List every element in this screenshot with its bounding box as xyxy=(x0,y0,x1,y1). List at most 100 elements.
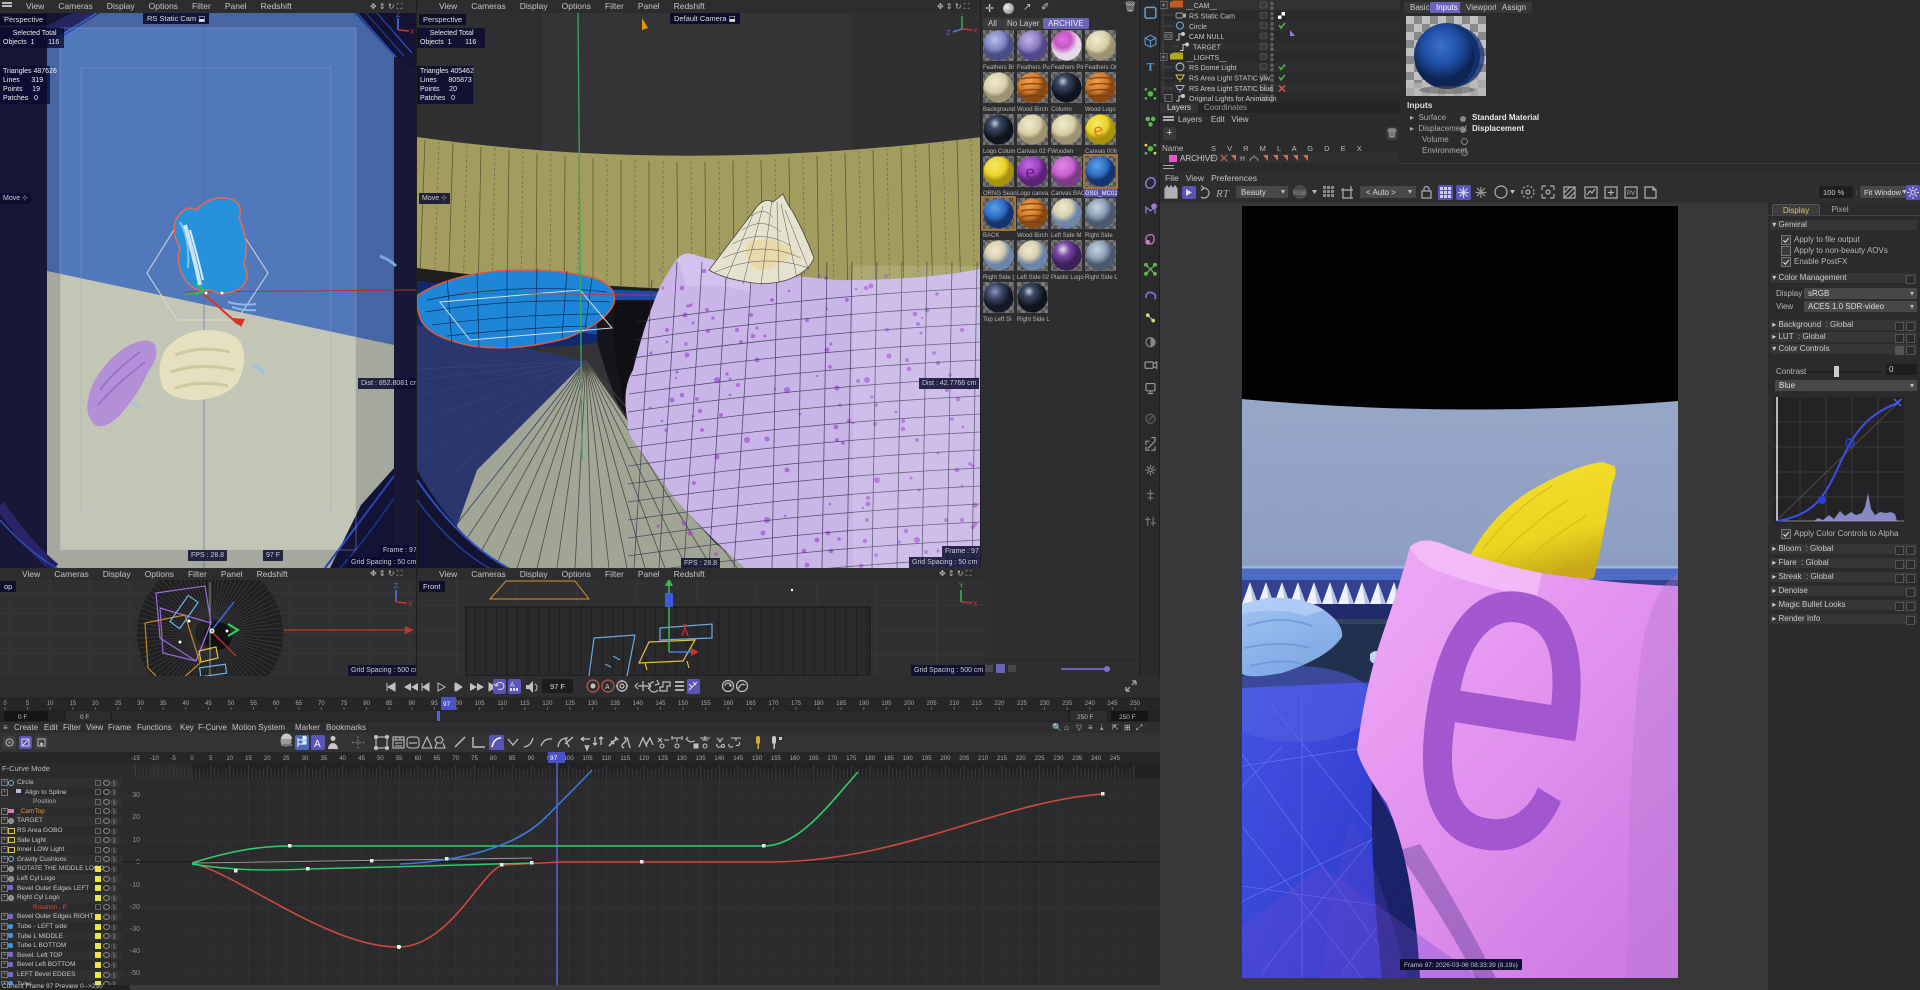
svg-text:120: 120 xyxy=(542,701,553,707)
svg-text:45: 45 xyxy=(205,701,212,707)
svg-text:105: 105 xyxy=(475,701,486,707)
svg-text:PV: PV xyxy=(1627,191,1635,197)
svg-text:Y: Y xyxy=(959,583,964,590)
svg-text:175: 175 xyxy=(791,701,802,707)
svg-text:RT: RT xyxy=(1215,188,1230,200)
svg-text:225: 225 xyxy=(1017,701,1028,707)
svg-text:70: 70 xyxy=(452,756,459,762)
svg-text:30: 30 xyxy=(132,792,140,799)
svg-text:10: 10 xyxy=(47,701,54,707)
svg-text:125: 125 xyxy=(565,701,576,707)
svg-text:200: 200 xyxy=(940,756,951,762)
svg-text:⊞: ⊞ xyxy=(1124,723,1131,732)
svg-text:165: 165 xyxy=(809,756,820,762)
svg-text:60: 60 xyxy=(415,756,422,762)
svg-text:CAM NULL: CAM NULL xyxy=(1189,34,1225,41)
svg-text:245: 245 xyxy=(1110,756,1121,762)
svg-text:RS Static Cam: RS Static Cam xyxy=(1189,14,1235,21)
svg-text:Feathers Or: Feathers Or xyxy=(1085,65,1117,71)
svg-text:TARGET: TARGET xyxy=(1193,44,1222,51)
svg-text:Edit: Edit xyxy=(44,723,59,732)
svg-text:97: 97 xyxy=(550,755,558,762)
svg-text:130: 130 xyxy=(588,701,599,707)
svg-text:Left Side M: Left Side M xyxy=(1051,233,1081,239)
svg-text:Frame: Frame xyxy=(108,723,132,732)
svg-text:15: 15 xyxy=(69,701,76,707)
svg-text:50: 50 xyxy=(228,701,235,707)
svg-text:210: 210 xyxy=(949,701,960,707)
svg-text:40: 40 xyxy=(182,701,189,707)
svg-text:230: 230 xyxy=(1040,701,1051,707)
svg-text:25: 25 xyxy=(115,701,122,707)
svg-text:60: 60 xyxy=(273,701,280,707)
svg-text:90: 90 xyxy=(528,756,535,762)
svg-text:RS Area Light STATIC ylw: RS Area Light STATIC ylw xyxy=(1189,76,1271,83)
svg-text:230: 230 xyxy=(1053,756,1064,762)
svg-text:X: X xyxy=(408,601,413,608)
svg-text:115: 115 xyxy=(620,756,630,762)
svg-text:Frame 97: 2026-03-06 08:33:39: Frame 97: 2026-03-06 08:33:39 (8.19s) xyxy=(1404,962,1518,969)
svg-text:155: 155 xyxy=(701,701,712,707)
svg-text:BACK: BACK xyxy=(983,233,999,239)
svg-text:205: 205 xyxy=(927,701,938,707)
svg-text:110: 110 xyxy=(497,701,507,707)
svg-text:Marker: Marker xyxy=(295,723,320,732)
svg-text:97: 97 xyxy=(443,701,451,708)
svg-text:205: 205 xyxy=(959,756,970,762)
svg-text:Right Side (: Right Side ( xyxy=(983,275,1014,281)
svg-text:-30: -30 xyxy=(130,926,140,933)
svg-text:30: 30 xyxy=(137,701,144,707)
svg-text:90: 90 xyxy=(408,701,415,707)
svg-text:55: 55 xyxy=(250,701,257,707)
svg-text:240: 240 xyxy=(1085,701,1096,707)
svg-text:⌂: ⌂ xyxy=(1064,723,1069,732)
svg-text:Wood Logo: Wood Logo xyxy=(1085,107,1116,113)
svg-text:160: 160 xyxy=(723,701,734,707)
svg-text:▽: ▽ xyxy=(1076,723,1083,732)
svg-text:40: 40 xyxy=(339,756,346,762)
svg-text:225: 225 xyxy=(1035,756,1046,762)
svg-text:-50: -50 xyxy=(130,970,140,977)
svg-text:120: 120 xyxy=(639,756,650,762)
svg-text:Create: Create xyxy=(14,723,39,732)
svg-text:130: 130 xyxy=(677,756,688,762)
svg-text:220: 220 xyxy=(1016,756,1027,762)
svg-text:185: 185 xyxy=(884,756,895,762)
svg-text:160: 160 xyxy=(790,756,801,762)
svg-text:135: 135 xyxy=(696,756,707,762)
svg-text:140: 140 xyxy=(633,701,644,707)
svg-text:250 F: 250 F xyxy=(1119,714,1136,721)
svg-text:Right Side L: Right Side L xyxy=(1017,317,1050,323)
svg-text:🔍: 🔍 xyxy=(1052,722,1062,732)
svg-text:125: 125 xyxy=(658,756,669,762)
svg-text:Feathers Pir: Feathers Pir xyxy=(1051,65,1084,71)
svg-text:10: 10 xyxy=(132,837,140,844)
svg-text:20: 20 xyxy=(132,814,140,821)
svg-text:Z: Z xyxy=(396,12,401,19)
svg-text:80: 80 xyxy=(363,701,370,707)
svg-text:180: 180 xyxy=(865,756,876,762)
svg-text:10: 10 xyxy=(226,756,233,762)
svg-text:Logo canva: Logo canva xyxy=(1017,191,1049,197)
svg-text:Left Side 02: Left Side 02 xyxy=(1017,275,1050,281)
svg-text:85: 85 xyxy=(509,756,516,762)
svg-text:75: 75 xyxy=(471,756,478,762)
svg-text:240: 240 xyxy=(1091,756,1102,762)
svg-text:RGB: RGB xyxy=(1293,191,1306,197)
svg-text:⤢: ⤢ xyxy=(1135,723,1142,732)
svg-text:A: A xyxy=(510,682,515,689)
svg-text:X: X xyxy=(410,29,415,36)
svg-text:≡: ≡ xyxy=(3,723,8,732)
svg-text:A: A xyxy=(314,739,321,750)
svg-text:Beauty: Beauty xyxy=(1241,188,1266,197)
svg-text:Wood Birch: Wood Birch xyxy=(1017,233,1048,239)
svg-text:Logo Colum: Logo Colum xyxy=(983,149,1015,155)
svg-text:Key: Key xyxy=(180,723,194,732)
svg-text:__CAM__: __CAM__ xyxy=(1185,3,1217,10)
svg-text:T: T xyxy=(1147,60,1155,73)
svg-text:-10: -10 xyxy=(130,882,140,889)
svg-text:145: 145 xyxy=(655,701,666,707)
svg-text:105: 105 xyxy=(583,756,594,762)
svg-text:220: 220 xyxy=(994,701,1005,707)
svg-text:Top Left SI: Top Left SI xyxy=(983,317,1012,323)
